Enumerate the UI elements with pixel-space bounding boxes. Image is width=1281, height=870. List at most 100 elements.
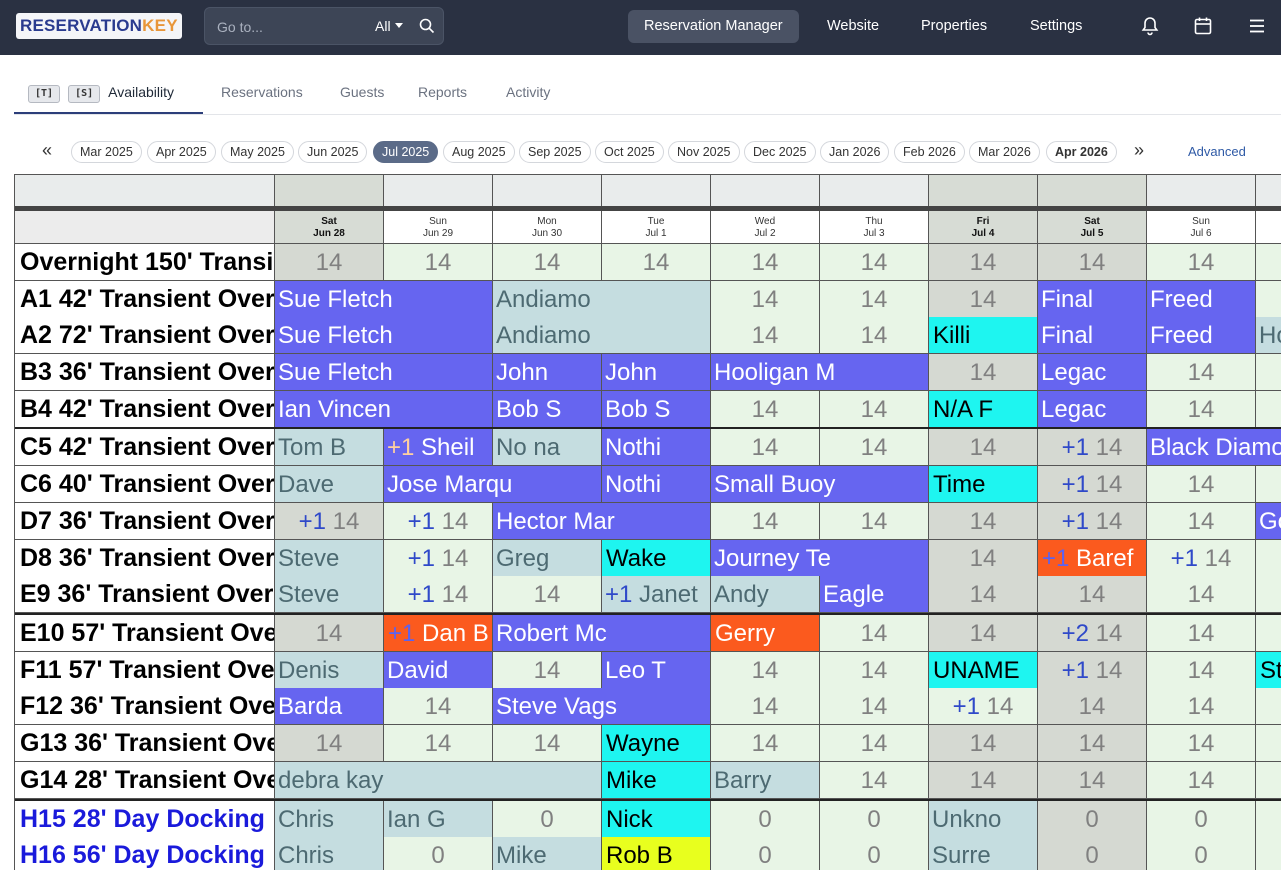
availability-cell[interactable]: +1 14 [929,688,1038,725]
month-pill[interactable]: Aug 2025 [443,141,515,163]
availability-cell[interactable]: 14 [820,688,929,725]
availability-cell[interactable]: 0 [711,801,820,838]
availability-cell[interactable] [1256,725,1281,762]
availability-cell[interactable] [1256,688,1281,725]
availability-cell[interactable] [1256,801,1281,838]
reservation-block[interactable]: No na [493,429,602,466]
availability-cell[interactable] [1256,615,1281,652]
nav-properties[interactable]: Properties [905,10,1003,43]
reservation-block[interactable]: Go [1256,503,1281,540]
availability-cell[interactable]: 14 [275,244,384,281]
availability-cell[interactable]: 14 [820,244,929,281]
availability-cell[interactable]: 14 [711,391,820,428]
slip-name[interactable]: A1 42' Transient Overnight [15,281,275,318]
reservation-block[interactable]: Leo T [602,652,711,689]
reservation-block[interactable]: Bob S [602,391,711,428]
reservation-block[interactable]: Surre [929,837,1038,870]
availability-cell[interactable]: 14 [711,652,820,689]
slip-name[interactable]: C6 40' Transient Overnight [15,466,275,503]
reservation-block[interactable]: Greg [493,540,602,577]
reservation-block[interactable]: Final [1038,281,1147,318]
reservation-block[interactable]: John [602,354,711,391]
search-input[interactable] [217,16,367,38]
availability-cell[interactable]: +1 14 [384,576,493,613]
month-pill[interactable]: Apr 2025 [147,141,216,163]
availability-cell[interactable]: 14 [929,429,1038,466]
availability-cell[interactable]: 0 [711,837,820,870]
availability-cell[interactable]: 14 [1147,725,1256,762]
reservation-block[interactable]: +1 Baref [1038,540,1147,577]
availability-cell[interactable]: 0 [1147,801,1256,838]
reservation-block[interactable]: Killi [929,317,1038,354]
slip-name[interactable]: H15 28' Day Docking [15,801,275,838]
reservation-block[interactable]: +1 Dan B [384,615,493,652]
availability-cell[interactable]: +1 14 [1038,652,1147,689]
search-scope-dropdown[interactable]: All [375,18,403,34]
availability-cell[interactable]: 14 [929,725,1038,762]
slip-name[interactable]: D7 36' Transient Overnight [15,503,275,540]
tab-activity[interactable]: Activity [506,70,550,114]
availability-cell[interactable]: 14 [711,244,820,281]
availability-cell[interactable]: 14 [929,615,1038,652]
availability-cell[interactable]: 14 [711,429,820,466]
availability-cell[interactable] [1256,837,1281,870]
reservation-block[interactable]: Jose Marqu [384,466,602,503]
availability-cell[interactable]: 14 [929,762,1038,799]
availability-cell[interactable]: 14 [1038,576,1147,613]
availability-cell[interactable]: +1 14 [1147,540,1256,577]
slip-name[interactable]: G13 36' Transient Overnight [15,725,275,762]
availability-cell[interactable]: 14 [1038,244,1147,281]
availability-cell[interactable]: 14 [1038,725,1147,762]
slip-name[interactable]: F11 57' Transient Overnight [15,652,275,689]
reservation-block[interactable]: Steve Vags [493,688,711,725]
availability-cell[interactable]: 14 [1038,688,1147,725]
availability-cell[interactable]: 14 [384,725,493,762]
availability-cell[interactable]: 0 [1038,837,1147,870]
availability-cell[interactable]: 14 [929,540,1038,577]
availability-cell[interactable] [1256,576,1281,613]
reservation-block[interactable]: Andiamo [493,317,711,354]
reservation-block[interactable]: David [384,652,493,689]
availability-cell[interactable]: 14 [929,503,1038,540]
reservation-block[interactable]: Andiamo [493,281,711,318]
menu-icon[interactable] [1246,15,1268,37]
reservation-block[interactable]: N/A F [929,391,1038,428]
reservation-block[interactable]: Steve [275,576,384,613]
month-pill[interactable]: Oct 2025 [595,141,664,163]
tab-guests[interactable]: Guests [340,70,384,114]
reservation-block[interactable]: Denis [275,652,384,689]
nav-reservation-manager[interactable]: Reservation Manager [628,10,799,43]
reservation-block[interactable]: Wake [602,540,711,577]
availability-cell[interactable]: 14 [493,244,602,281]
availability-cell[interactable]: 14 [711,503,820,540]
month-pill[interactable]: Feb 2026 [894,141,965,163]
availability-cell[interactable] [1256,466,1281,503]
availability-cell[interactable]: 14 [820,391,929,428]
reservation-block[interactable]: Journey Te [711,540,929,577]
availability-cell[interactable]: 14 [929,576,1038,613]
reservation-block[interactable]: Nothi [602,466,711,503]
availability-cell[interactable]: 14 [1147,244,1256,281]
reservation-block[interactable]: Final [1038,317,1147,354]
availability-cell[interactable]: +1 14 [384,503,493,540]
reservation-block[interactable]: debra kay [275,762,602,799]
availability-cell[interactable]: 14 [384,244,493,281]
availability-cell[interactable] [1256,244,1281,281]
reservation-block[interactable]: Sue Fletch [275,317,493,354]
availability-cell[interactable]: +1 14 [1038,429,1147,466]
reservation-block[interactable]: Sue Fletch [275,354,493,391]
availability-cell[interactable]: 14 [711,725,820,762]
reservation-block[interactable]: John [493,354,602,391]
reservation-block[interactable]: Mike [602,762,711,799]
availability-cell[interactable]: +1 14 [384,540,493,577]
slip-name[interactable]: A2 72' Transient Overnight [15,317,275,354]
availability-cell[interactable]: 14 [820,762,929,799]
availability-cell[interactable]: 0 [820,801,929,838]
reservation-block[interactable]: Small Buoy [711,466,929,503]
availability-cell[interactable]: 14 [1147,652,1256,689]
reservation-block[interactable]: Legac [1038,391,1147,428]
availability-cell[interactable]: +1 14 [1038,466,1147,503]
availability-cell[interactable]: 14 [820,615,929,652]
nav-website[interactable]: Website [811,10,895,43]
availability-cell[interactable]: 14 [820,429,929,466]
